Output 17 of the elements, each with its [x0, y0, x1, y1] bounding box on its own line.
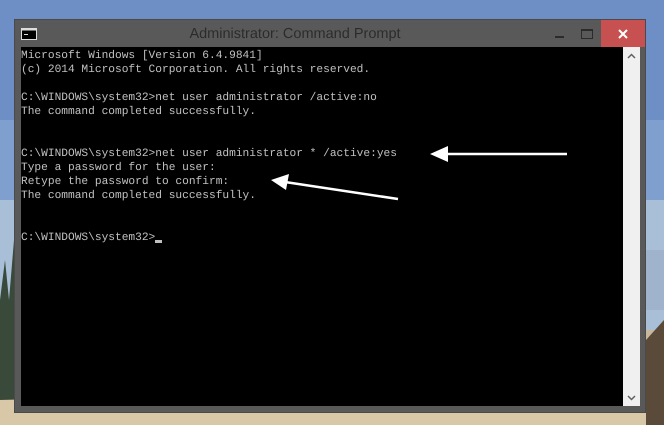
scroll-up-icon[interactable] — [627, 52, 636, 58]
command-line: C:\WINDOWS\system32> — [21, 231, 156, 245]
output-line: (c) 2014 Microsoft Corporation. All rights reserved. — [21, 63, 370, 77]
command-line: C:\WINDOWS\system32>net user administrator * /active:yes — [21, 147, 397, 161]
output-line: Retype the password to confirm: — [21, 175, 230, 189]
output-line: Microsoft Windows [Version 6.4.9841] — [21, 49, 263, 63]
command-line: C:\WINDOWS\system32>net user administrator /active:no — [21, 91, 377, 105]
output-line: The command completed successfully. — [21, 189, 256, 203]
close-button[interactable] — [601, 20, 645, 47]
console-icon — [21, 28, 37, 40]
output-line: The command completed successfully. — [21, 105, 256, 119]
scrollbar[interactable] — [623, 47, 640, 406]
output-line: Type a password for the user: — [21, 161, 216, 175]
maximize-icon — [581, 28, 593, 38]
close-icon — [618, 28, 628, 38]
minimize-icon — [554, 36, 564, 38]
scroll-down-icon[interactable] — [627, 394, 636, 400]
